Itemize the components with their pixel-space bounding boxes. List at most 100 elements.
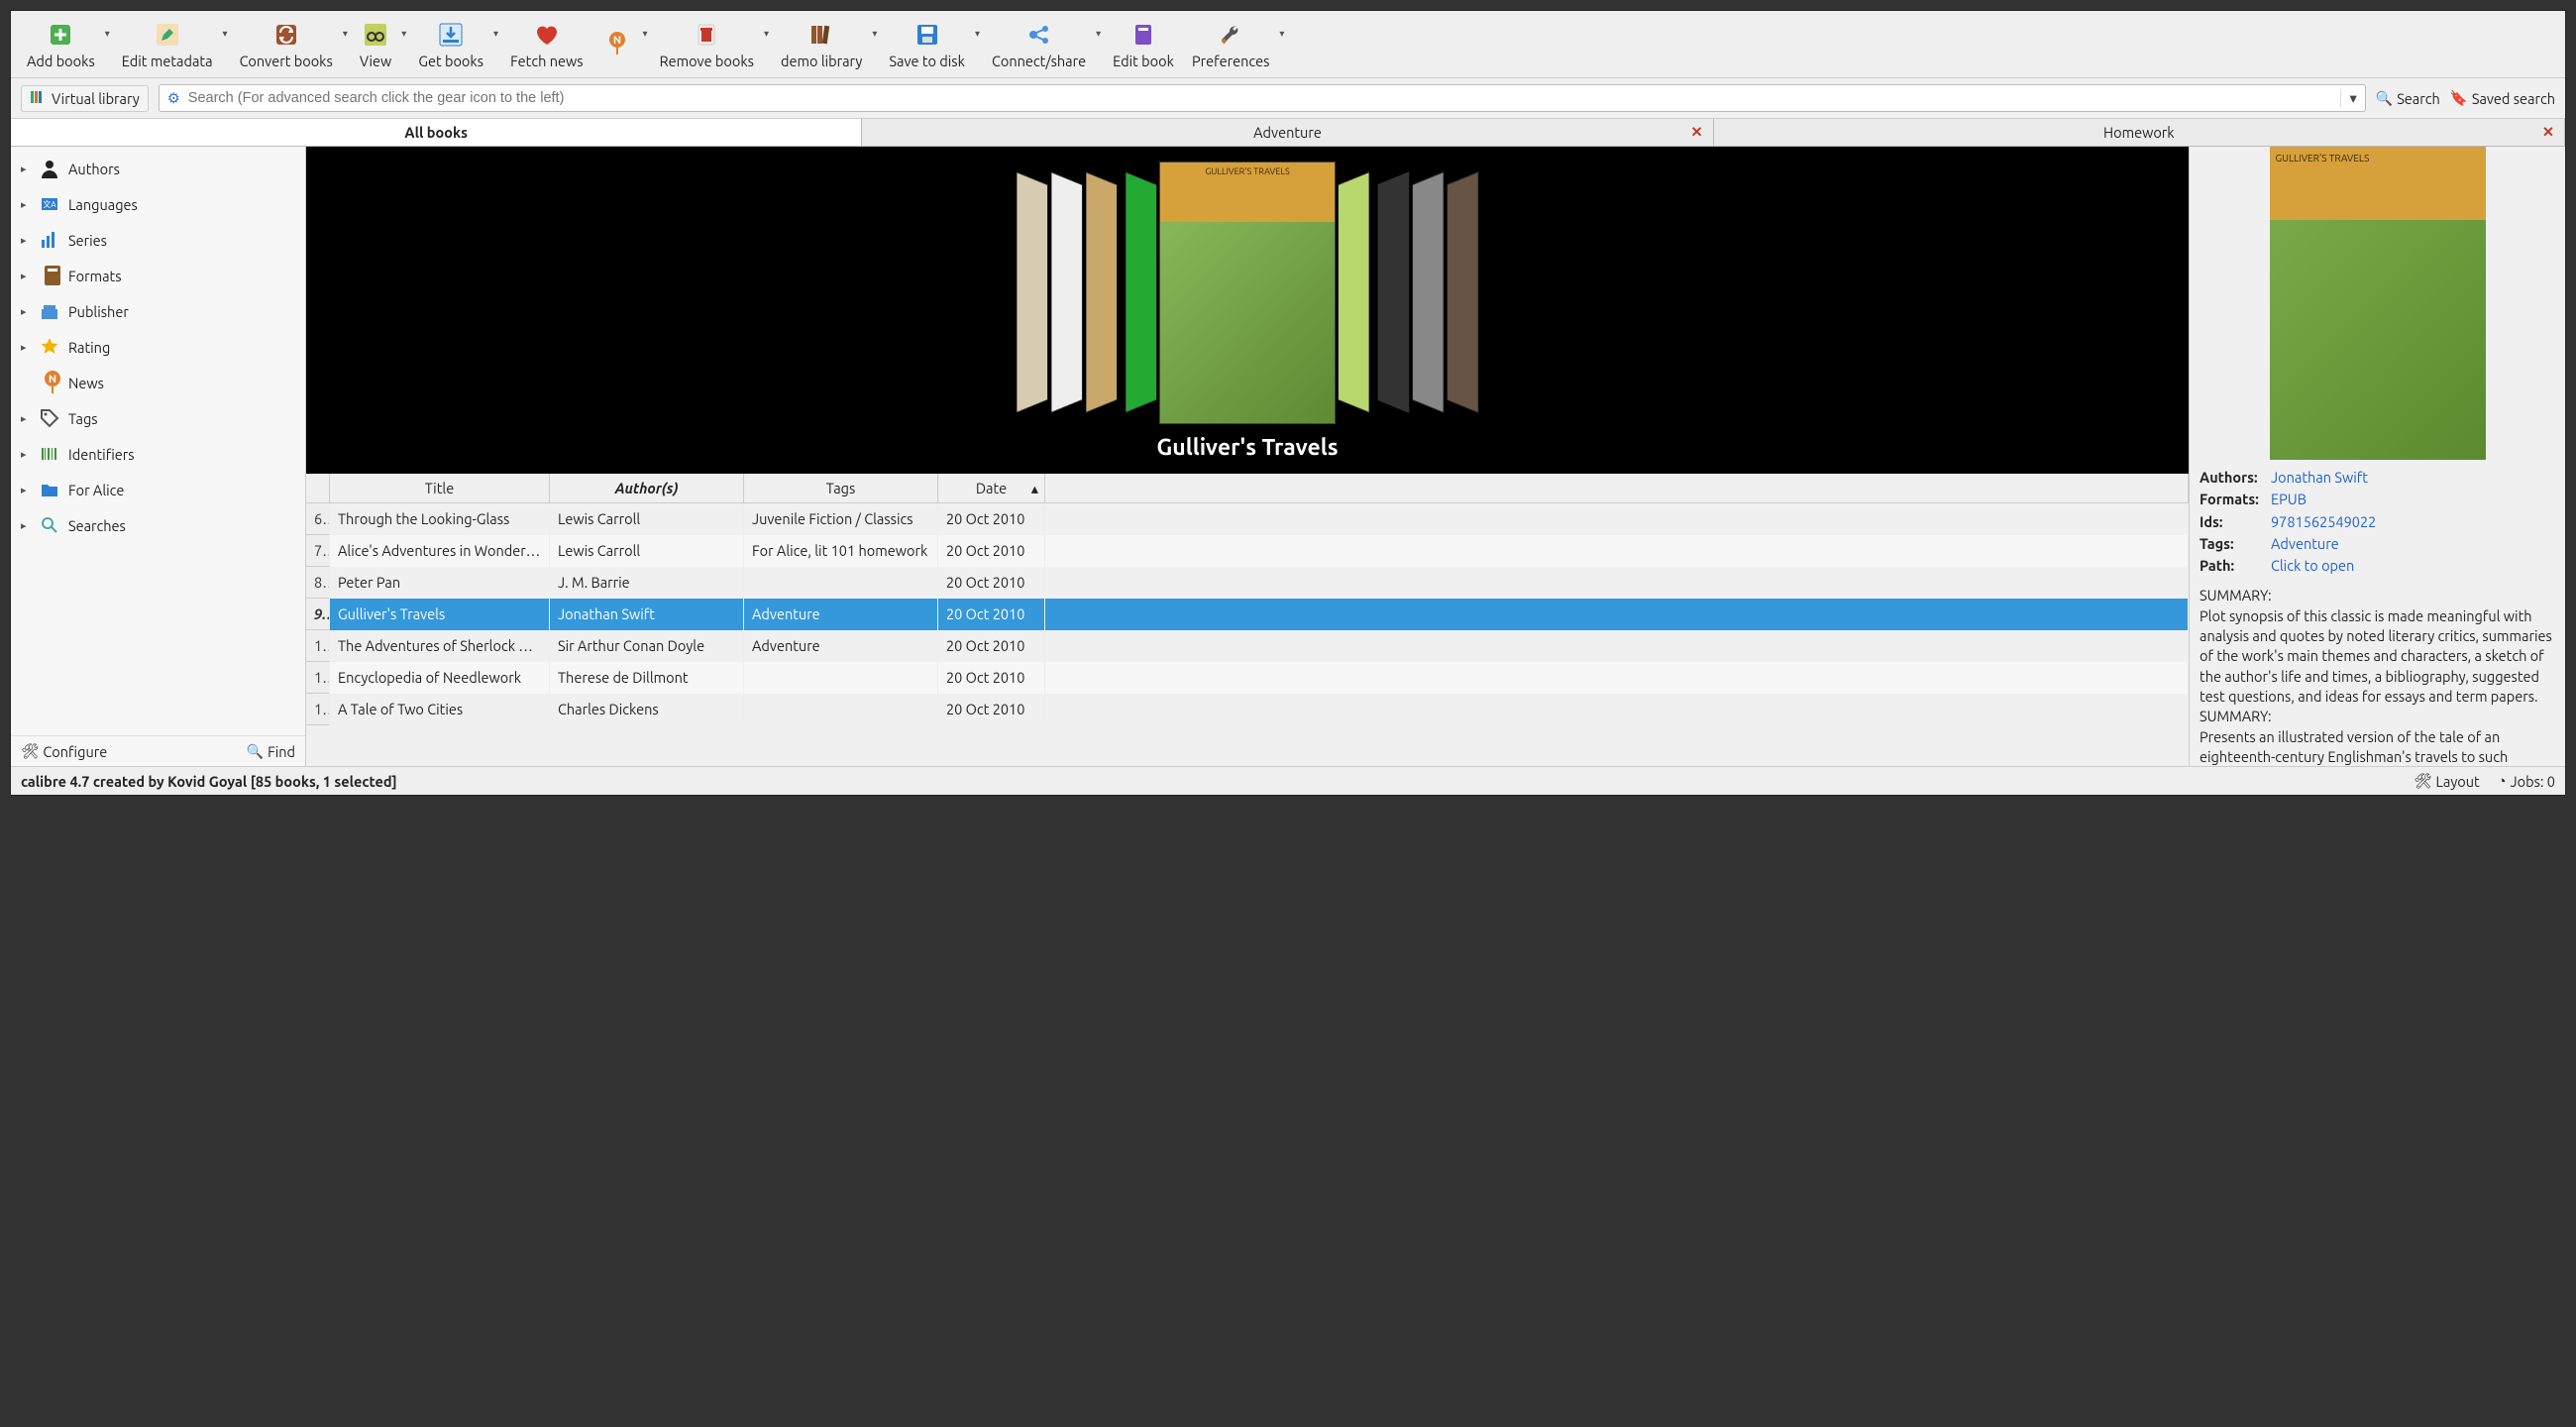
virtual-library-button[interactable]: Virtual library (21, 85, 149, 112)
expand-arrow-icon[interactable]: ▸ (21, 305, 31, 318)
toolbar-label: Save to disk (889, 53, 965, 69)
browser-item-authors[interactable]: ▸Authors (11, 151, 305, 186)
layout-button[interactable]: 🛠Layout (2414, 772, 2480, 790)
view-button[interactable]: View (354, 15, 397, 73)
browser-item-formats[interactable]: ▸ Formats (11, 258, 305, 293)
browser-item-languages[interactable]: ▸文ALanguages (11, 186, 305, 222)
search-dropdown-arrow[interactable]: ▾ (2340, 89, 2364, 107)
jobs-button[interactable]: ◔Jobs: 0 (2498, 772, 2555, 790)
plus-icon (45, 19, 76, 51)
table-row[interactable]: 7Alice's Adventures in Wonderl…Lewis Car… (306, 535, 2189, 567)
table-row[interactable]: 6Through the Looking-GlassLewis CarrollJ… (306, 503, 2189, 535)
save-button[interactable]: Save to disk (883, 15, 971, 73)
save-dropdown-arrow[interactable]: ▾ (975, 28, 980, 61)
table-row[interactable]: 12A Tale of Two CitiesCharles Dickens20 … (306, 694, 2189, 725)
search-button[interactable]: 🔍 Search (2376, 90, 2440, 107)
fetch-news-n-dropdown-arrow[interactable]: ▾ (643, 28, 648, 61)
edit-metadata-dropdown-arrow[interactable]: ▾ (223, 28, 228, 61)
get-button[interactable]: Get books (412, 15, 489, 73)
library-dropdown-arrow[interactable]: ▾ (872, 28, 877, 61)
find-button[interactable]: 🔍 Find (247, 742, 295, 760)
expand-arrow-icon[interactable]: ▸ (21, 234, 31, 247)
fetch-news-button[interactable]: Fetch news (504, 15, 589, 73)
edit-metadata-button[interactable]: Edit metadata (116, 15, 219, 73)
edit-book-button[interactable]: Edit book (1107, 15, 1180, 73)
meta-path-link[interactable]: Click to open (2271, 556, 2354, 576)
col-header-title[interactable]: Title (330, 474, 550, 502)
get-dropdown-arrow[interactable]: ▾ (493, 28, 498, 61)
meta-ids-link[interactable]: 9781562549022 (2271, 512, 2376, 532)
expand-arrow-icon[interactable]: ▸ (21, 412, 31, 425)
connect-button[interactable]: Connect/share (986, 15, 1092, 73)
cover-flow-center[interactable]: GULLIVER'S TRAVELS (1159, 162, 1336, 424)
folder-icon (39, 479, 60, 500)
tab-close-icon[interactable]: ✕ (1691, 123, 1703, 141)
table-row[interactable]: 10The Adventures of Sherlock H…Sir Arthu… (306, 630, 2189, 662)
view-dropdown-arrow[interactable]: ▾ (401, 28, 406, 61)
book-icon (39, 265, 60, 286)
tab-all[interactable]: All books (11, 119, 862, 146)
expand-arrow-icon[interactable]: ▸ (21, 484, 31, 496)
browser-item-searches[interactable]: ▸Searches (11, 507, 305, 543)
cover-flow-viewer[interactable]: GULLIVER'S TRAVELS Gulliver's Travels (306, 147, 2189, 474)
tab-close-icon[interactable]: ✕ (2542, 123, 2554, 141)
saved-search-button[interactable]: 🔖 Saved search (2450, 89, 2555, 107)
prefs-dropdown-arrow[interactable]: ▾ (1279, 28, 1284, 61)
meta-authors-link[interactable]: Jonathan Swift (2271, 468, 2368, 488)
book-list-grid[interactable]: Title Author(s) Tags Date ▴ 6Through the… (306, 474, 2189, 766)
library-button[interactable]: demo library (775, 15, 868, 73)
meta-tags-link[interactable]: Adventure (2271, 534, 2339, 554)
browser-item-identifiers[interactable]: ▸Identifiers (11, 436, 305, 472)
row-number: 12 (306, 694, 330, 725)
expand-arrow-icon[interactable]: ▸ (21, 198, 31, 211)
cell-tags (744, 694, 938, 725)
cover-flow-item[interactable] (1448, 171, 1479, 413)
cell-tags (744, 567, 938, 599)
table-row[interactable]: 11Encyclopedia of NeedleworkTherese de D… (306, 662, 2189, 694)
cell-tags: Adventure (744, 630, 938, 662)
browser-item-rating[interactable]: ▸Rating (11, 329, 305, 365)
search-input[interactable] (188, 86, 2341, 110)
browser-item-publisher[interactable]: ▸Publisher (11, 293, 305, 329)
fetch-news-n-button[interactable]: N (595, 24, 639, 65)
remove-button[interactable]: Remove books (654, 15, 760, 73)
col-header-tags[interactable]: Tags (744, 474, 938, 502)
tab-hw[interactable]: Homework✕ (1714, 119, 2565, 146)
configure-button[interactable]: 🛠 Configure (21, 742, 107, 760)
details-cover[interactable]: GULLIVER'S TRAVELS (2190, 147, 2565, 460)
cover-flow-item[interactable] (1413, 171, 1445, 413)
cover-flow-item[interactable] (1126, 171, 1157, 413)
expand-arrow-icon[interactable]: ▸ (21, 270, 31, 282)
col-header-author[interactable]: Author(s) (550, 474, 744, 502)
cover-flow-item[interactable] (1339, 171, 1370, 413)
browser-item-foralice[interactable]: ▸For Alice (11, 472, 305, 507)
search-options-gear-icon[interactable]: ⚙ (160, 89, 188, 107)
add-button[interactable]: Add books (21, 15, 101, 73)
expand-arrow-icon[interactable]: ▸ (21, 519, 31, 532)
meta-formats-link[interactable]: EPUB (2271, 490, 2307, 509)
browser-item-label: Formats (68, 268, 122, 284)
cover-flow-item[interactable] (1086, 171, 1118, 413)
cover-flow-item[interactable] (1017, 171, 1048, 413)
remove-dropdown-arrow[interactable]: ▾ (764, 28, 769, 61)
browser-item-news[interactable]: NNews (11, 365, 305, 400)
table-row[interactable]: 9Gulliver's TravelsJonathan SwiftAdventu… (306, 599, 2189, 630)
convert-button[interactable]: Convert books (234, 15, 339, 73)
browser-item-tags[interactable]: ▸Tags (11, 400, 305, 436)
cover-flow-item[interactable] (1051, 171, 1083, 413)
tab-adv[interactable]: Adventure✕ (862, 119, 1713, 146)
table-row[interactable]: 8Peter PanJ. M. Barrie20 Oct 2010 (306, 567, 2189, 599)
expand-arrow-icon[interactable]: ▸ (21, 448, 31, 461)
convert-dropdown-arrow[interactable]: ▾ (343, 28, 348, 61)
expand-arrow-icon[interactable]: ▸ (21, 341, 31, 354)
browser-item-series[interactable]: ▸Series (11, 222, 305, 258)
prefs-button[interactable]: Preferences (1186, 15, 1275, 73)
add-dropdown-arrow[interactable]: ▾ (105, 28, 110, 61)
tag-browser-list: ▸Authors▸文ALanguages▸Series▸Formats▸Publ… (11, 147, 305, 735)
cover-flow-item[interactable] (1378, 171, 1410, 413)
connect-dropdown-arrow[interactable]: ▾ (1096, 28, 1101, 61)
series-icon (39, 229, 60, 251)
expand-arrow-icon[interactable]: ▸ (21, 163, 31, 175)
col-header-date[interactable]: Date ▴ (938, 474, 1045, 502)
col-header-num[interactable] (306, 474, 330, 502)
